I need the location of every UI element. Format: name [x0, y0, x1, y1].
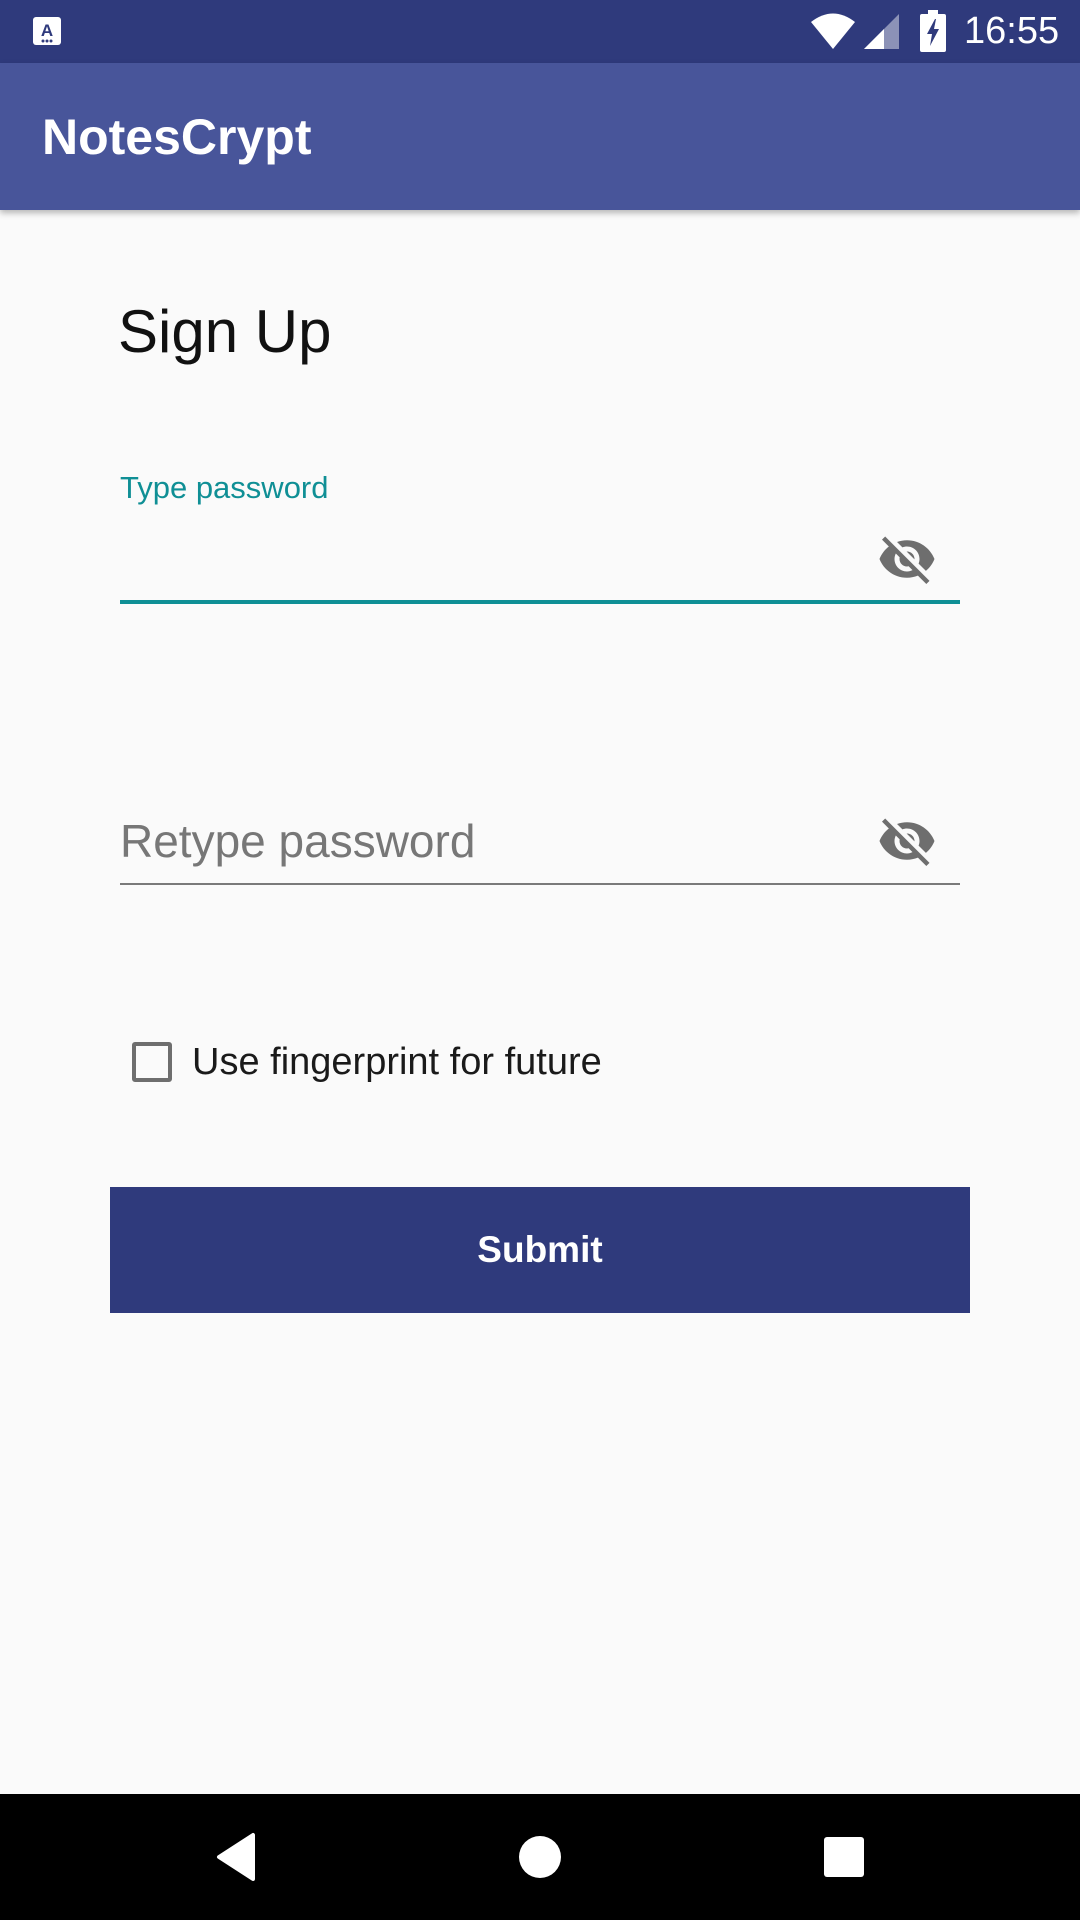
recents-icon[interactable]	[806, 1819, 882, 1895]
navigation-bar	[0, 1794, 1080, 1920]
notification-app-icon: A	[33, 17, 61, 45]
status-time: 16:55	[964, 10, 1060, 52]
fingerprint-checkbox-label: Use fingerprint for future	[192, 1041, 602, 1083]
battery-charging-icon	[920, 10, 946, 52]
svg-text:A: A	[41, 21, 53, 40]
password-input[interactable]	[120, 520, 840, 598]
fingerprint-checkbox-row[interactable]: Use fingerprint for future	[132, 1034, 602, 1090]
app-bar: NotesCrypt	[0, 63, 1080, 210]
page-title: Sign Up	[118, 298, 332, 365]
back-icon[interactable]	[198, 1819, 274, 1895]
visibility-off-icon[interactable]	[877, 811, 937, 871]
cellular-signal-icon	[864, 14, 899, 49]
home-icon[interactable]	[502, 1819, 578, 1895]
app-title: NotesCrypt	[42, 109, 312, 165]
visibility-off-icon[interactable]	[877, 529, 937, 589]
password-field-underline	[120, 600, 960, 604]
password-field-label: Type password	[120, 470, 329, 505]
retype-field-underline	[120, 883, 960, 885]
submit-button[interactable]: Submit	[110, 1187, 970, 1313]
retype-password-input[interactable]	[120, 800, 840, 882]
fingerprint-checkbox[interactable]	[132, 1042, 172, 1082]
wifi-icon	[811, 13, 855, 49]
status-bar: A 16:55	[0, 0, 1080, 63]
